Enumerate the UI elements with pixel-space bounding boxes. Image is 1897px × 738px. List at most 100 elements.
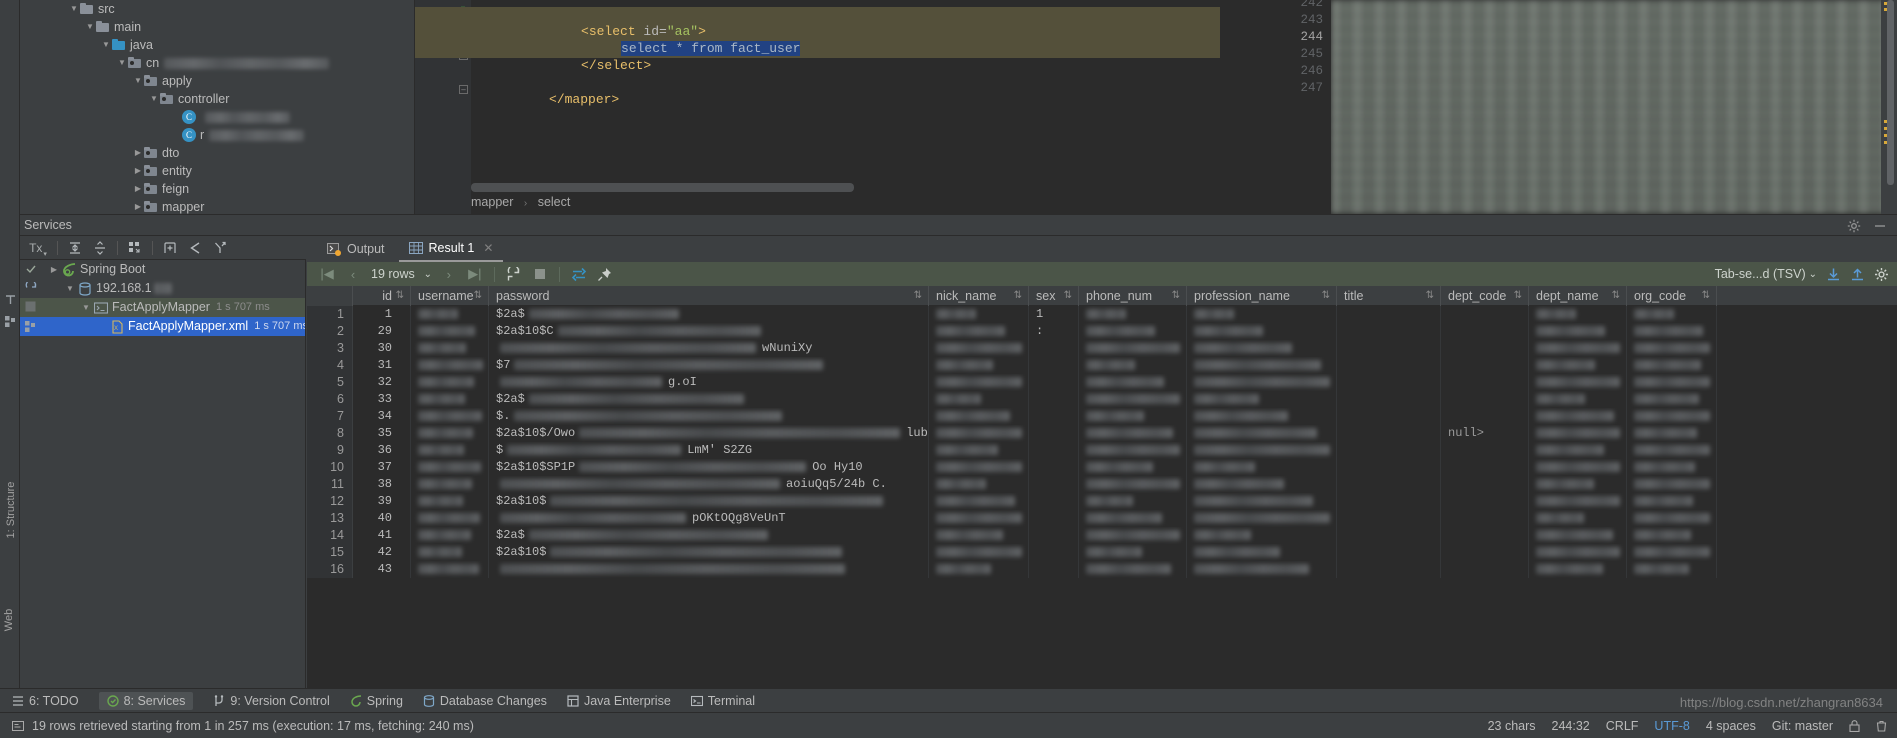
grid-cell-title[interactable] [1337, 527, 1441, 544]
grid-cell-id[interactable]: 29 [353, 323, 411, 340]
chevron-right-icon[interactable]: ▶ [48, 260, 60, 279]
grid-cell-sex[interactable]: 1 [1029, 306, 1079, 323]
project-tree-item-item6[interactable]: C [20, 108, 414, 126]
grid-cell-username[interactable] [411, 442, 489, 459]
table-row[interactable]: 10 37 $2a$10$SP1P Oo Hy10 [307, 459, 1897, 476]
upload-icon[interactable] [1850, 267, 1865, 282]
grid-cell-password[interactable]: pOKtOQg8VeUnT [489, 510, 929, 527]
sort-indicator-icon[interactable]: ⇅ [474, 286, 482, 306]
grid-cell-password[interactable]: $2a$ [489, 391, 929, 408]
download-icon[interactable] [1826, 267, 1841, 282]
grid-cell-profession_name[interactable] [1187, 306, 1337, 323]
tx-button[interactable]: Tx ▾ [25, 238, 51, 258]
project-tree-item-controller[interactable]: ▼ controller [20, 90, 414, 108]
status-line-separator[interactable]: CRLF [1606, 719, 1639, 733]
grid-cell-dept_name[interactable] [1529, 544, 1627, 561]
grid-toggle-icon[interactable] [25, 321, 36, 332]
project-tree-item-apply[interactable]: ▼ apply [20, 72, 414, 90]
grid-cell-phone_num[interactable] [1079, 442, 1187, 459]
grid-cell-org_code[interactable] [1627, 561, 1717, 578]
bottom-tool-services[interactable]: 8: Services [99, 692, 194, 710]
expand-all-icon[interactable] [64, 238, 86, 258]
project-tree-item-entity[interactable]: ▶ entity [20, 162, 414, 180]
project-tree-item-r[interactable]: Cr [20, 126, 414, 144]
grid-cell-username[interactable] [411, 425, 489, 442]
status-encoding[interactable]: UTF-8 [1654, 719, 1689, 733]
grid-cell-phone_num[interactable] [1079, 425, 1187, 442]
grid-cell-nick_name[interactable] [929, 306, 1029, 323]
grid-cell-profession_name[interactable] [1187, 527, 1337, 544]
grid-cell-title[interactable] [1337, 561, 1441, 578]
stop-icon[interactable] [25, 301, 36, 312]
grid-cell-id[interactable]: 1 [353, 306, 411, 323]
grid-body[interactable]: 1 1 $2a$ 1 2 29 $2a$10$C:3 30 wNuniXy 4 31 $7 5 32 g.… [307, 306, 1897, 738]
bottom-tool-database-changes[interactable]: Database Changes [423, 694, 547, 708]
grid-cell-sex[interactable] [1029, 510, 1079, 527]
sort-indicator-icon[interactable]: ⇅ [1172, 286, 1180, 306]
grid-cell-dept_code[interactable] [1441, 374, 1529, 391]
grid-cell-dept_code[interactable] [1441, 459, 1529, 476]
last-page-button[interactable]: ▶| [463, 264, 487, 284]
grid-cell-title[interactable] [1337, 459, 1441, 476]
grid-header-dept_name[interactable]: dept_name ⇅ [1529, 286, 1627, 306]
grid-cell-dept_code[interactable] [1441, 561, 1529, 578]
table-row[interactable]: 835$2a$10$/OwolubjVpO m6Cnull> [307, 425, 1897, 442]
breadcrumb[interactable]: mapper › select [471, 192, 570, 212]
table-row[interactable]: 2 29 $2a$10$C: [307, 323, 1897, 340]
tab-result-1[interactable]: Result 1 ✕ [399, 236, 504, 262]
grid-cell-password[interactable]: $2a$10$ [489, 493, 929, 510]
grid-cell-dept_name[interactable] [1529, 357, 1627, 374]
grid-cell-dept_code[interactable]: null> [1441, 425, 1529, 442]
grid-cell-phone_num[interactable] [1079, 323, 1187, 340]
branch-icon[interactable] [209, 238, 231, 258]
grid-cell-id[interactable]: 34 [353, 408, 411, 425]
grid-cell-sex[interactable] [1029, 527, 1079, 544]
grid-cell-nick_name[interactable] [929, 425, 1029, 442]
grid-cell-dept_name[interactable] [1529, 476, 1627, 493]
rail-web-label[interactable]: Web [3, 600, 15, 640]
grid-cell-nick_name[interactable] [929, 527, 1029, 544]
grid-cell-sex[interactable] [1029, 442, 1079, 459]
grid-header-sex[interactable]: sex ⇅ [1029, 286, 1079, 306]
gear-icon[interactable] [1874, 267, 1889, 282]
grid-cell-profession_name[interactable] [1187, 391, 1337, 408]
table-row[interactable]: 11 38 aoiuQq5/24b C. [307, 476, 1897, 493]
grid-cell-org_code[interactable] [1627, 459, 1717, 476]
grid-cell-password[interactable]: $. [489, 408, 929, 425]
sort-indicator-icon[interactable]: ⇅ [1426, 286, 1434, 306]
grid-cell-title[interactable] [1337, 425, 1441, 442]
grid-cell-org_code[interactable] [1627, 442, 1717, 459]
grid-cell-phone_num[interactable] [1079, 408, 1187, 425]
editor-panel[interactable]: 242243244245246247 – – – <select id="aa"… [415, 0, 1331, 214]
grid-cell-title[interactable] [1337, 357, 1441, 374]
grid-cell-password[interactable]: $2a$ [489, 306, 929, 323]
grid-cell-profession_name[interactable] [1187, 425, 1337, 442]
next-page-button[interactable]: › [437, 264, 461, 284]
grid-cell-dept_code[interactable] [1441, 340, 1529, 357]
grid-cell-username[interactable] [411, 323, 489, 340]
tx-rail-icon[interactable] [5, 294, 16, 305]
grid-cell-nick_name[interactable] [929, 323, 1029, 340]
table-row[interactable]: 15 42 $2a$10$ [307, 544, 1897, 561]
grid-cell-id[interactable]: 32 [353, 374, 411, 391]
grid-cell-dept_name[interactable] [1529, 510, 1627, 527]
chevron-down-icon[interactable]: ▼ [64, 279, 76, 298]
collapse-all-icon[interactable] [89, 238, 111, 258]
status-git-branch[interactable]: Git: master [1772, 719, 1833, 733]
grid-cell-sex[interactable] [1029, 544, 1079, 561]
grid-cell-nick_name[interactable] [929, 476, 1029, 493]
group-icon[interactable] [124, 238, 146, 258]
status-lock-icon[interactable] [1849, 720, 1860, 732]
grid-cell-sex[interactable] [1029, 391, 1079, 408]
grid-cell-sex[interactable]: : [1029, 323, 1079, 340]
grid-cell-nick_name[interactable] [929, 340, 1029, 357]
grid-cell-phone_num[interactable] [1079, 374, 1187, 391]
grid-cell-id[interactable]: 42 [353, 544, 411, 561]
grid-header-password[interactable]: password ⇅ [489, 286, 929, 306]
share-icon[interactable] [184, 238, 206, 258]
grid-header-id[interactable]: id ⇅ [353, 286, 411, 306]
status-indent[interactable]: 4 spaces [1706, 719, 1756, 733]
grid-cell-password[interactable]: $ LmM' S2ZG [489, 442, 929, 459]
table-row[interactable]: 3 30 wNuniXy [307, 340, 1897, 357]
grid-cell-username[interactable] [411, 408, 489, 425]
